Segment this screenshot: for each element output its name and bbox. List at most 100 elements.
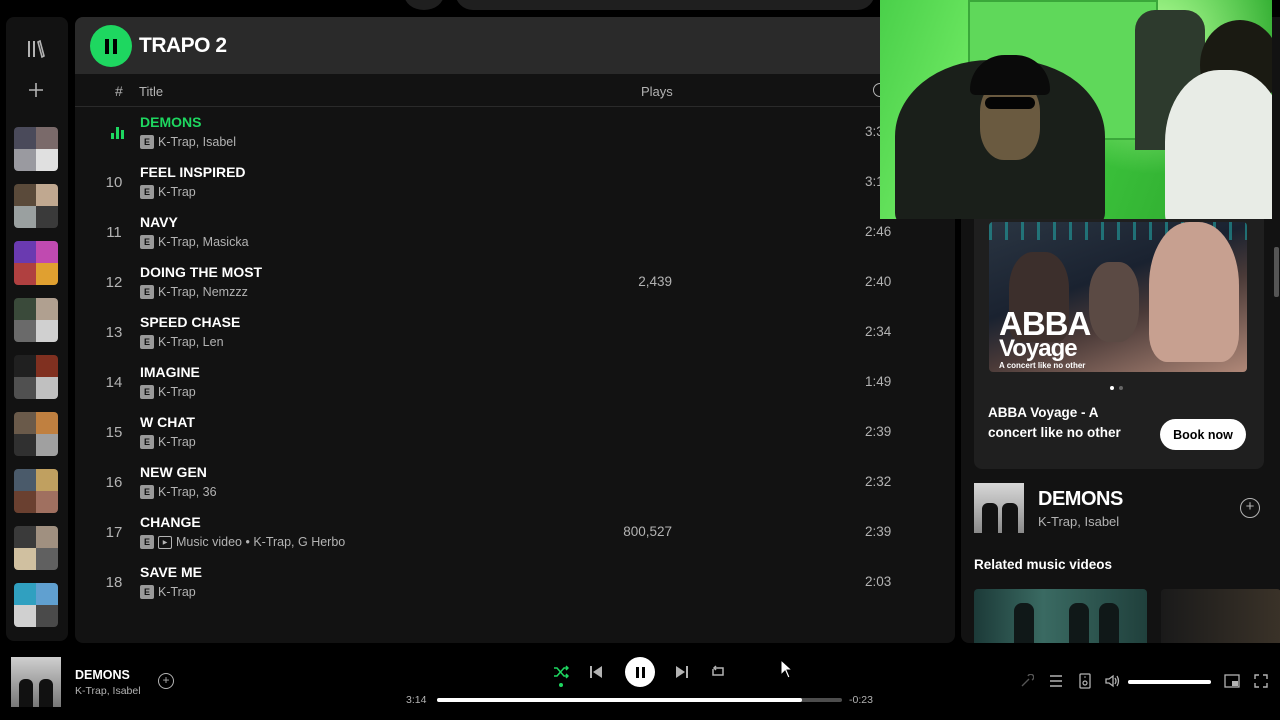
add-circle-icon[interactable]: + [1240,498,1260,518]
track-duration: 2:39 [865,424,892,439]
next-icon[interactable] [672,662,692,682]
track-number: 17 [105,524,123,541]
track-row[interactable]: 17 CHANGE E ▶ Music video • K-Trap, G Herbo 8… [75,509,955,559]
track-meta: E ▶ Music video • K-Trap, G Herbo [140,535,345,549]
track-title[interactable]: W CHAT [140,414,195,430]
playlist-panel: TRAPO 2 # Title Plays DEMONS E K-Trap, Isa… [75,17,955,643]
track-row[interactable]: 18 SAVE ME E K-Trap 2:03 [75,559,955,609]
explicit-icon: E [140,485,154,499]
lyrics-icon[interactable] [1018,672,1036,690]
track-row[interactable]: 13 SPEED CHASE E K-Trap, Len 2:34 [75,309,955,359]
track-title[interactable]: DEMONS [140,114,201,130]
webcam-overlay [880,0,1272,219]
track-number: 11 [106,224,122,241]
repeat-icon[interactable] [708,662,728,682]
library-sidebar [6,17,68,641]
track-meta: E K-Trap, Isabel [140,135,236,149]
add-circle-icon[interactable]: + [158,673,174,689]
track-title[interactable]: SPEED CHASE [140,314,240,330]
playlist-pause-button[interactable] [90,25,132,67]
track-row[interactable]: 15 W CHAT E K-Trap 2:39 [75,409,955,459]
carousel-dots[interactable] [1110,386,1123,390]
track-row[interactable]: 11 NAVY E K-Trap, Masicka 2:46 [75,209,955,259]
related-video-thumbnail[interactable] [1161,589,1280,643]
track-number: 15 [105,424,123,441]
library-playlist-list [14,127,60,640]
pause-button[interactable] [625,657,655,687]
progress-bar[interactable] [437,698,842,702]
explicit-icon: E [140,585,154,599]
ad-title[interactable]: ABBA Voyage - A concert like no other [988,403,1148,443]
panel-scrollbar[interactable] [1274,247,1279,297]
player-track-artists[interactable]: K-Trap, Isabel [75,685,141,697]
track-title[interactable]: CHANGE [140,514,201,530]
library-playlist-thumbnail[interactable] [14,583,58,627]
track-row[interactable]: 10 FEEL INSPIRED E K-Trap 3:1 [75,159,955,209]
player-artwork[interactable] [11,657,61,707]
library-icon[interactable] [23,36,49,62]
track-meta: E K-Trap, 36 [140,485,217,499]
device-icon[interactable] [1076,672,1094,690]
track-artists[interactable]: K-Trap, Masicka [158,235,249,249]
library-playlist-thumbnail[interactable] [14,184,58,228]
track-plays: 2,439 [638,274,672,289]
ad-image[interactable]: ABBA Voyage A concert like no other [989,222,1247,372]
library-playlist-thumbnail[interactable] [14,469,58,513]
now-playing-artists[interactable]: K-Trap, Isabel [1038,514,1119,529]
track-artists[interactable]: K-Trap [158,585,196,599]
column-title[interactable]: Title [139,84,163,99]
time-remaining: -0:23 [849,694,873,706]
track-artists[interactable]: K-Trap [158,435,196,449]
track-artists[interactable]: K-Trap [158,185,196,199]
track-row[interactable]: DEMONS E K-Trap, Isabel 3:3 [75,109,955,159]
track-artists[interactable]: K-Trap, 36 [158,485,217,499]
library-playlist-thumbnail[interactable] [14,127,58,171]
now-playing-title[interactable]: DEMONS [1038,488,1123,511]
track-title[interactable]: FEEL INSPIRED [140,164,246,180]
track-artists[interactable]: K-Trap, Isabel [158,135,236,149]
library-playlist-thumbnail[interactable] [14,298,58,342]
library-playlist-thumbnail[interactable] [14,526,58,570]
volume-slider[interactable] [1128,680,1211,684]
shuffle-icon[interactable] [551,662,571,682]
track-meta: E K-Trap [140,385,196,399]
player-track-title[interactable]: DEMONS [75,668,130,682]
book-now-button[interactable]: Book now [1160,419,1246,450]
track-row[interactable]: 12 DOING THE MOST E K-Trap, Nemzzz 2,439 2:40 [75,259,955,309]
explicit-icon: E [140,135,154,149]
volume-icon[interactable] [1104,672,1122,690]
track-row[interactable]: 16 NEW GEN E K-Trap, 36 2:32 [75,459,955,509]
library-playlist-thumbnail[interactable] [14,412,58,456]
track-artists[interactable]: Music video • K-Trap, G Herbo [176,535,345,549]
track-title[interactable]: NAVY [140,214,178,230]
previous-icon[interactable] [586,662,606,682]
fullscreen-icon[interactable] [1252,672,1270,690]
track-artists[interactable]: K-Trap, Len [158,335,224,349]
ad-card[interactable]: ABBA Voyage A concert like no other ABBA … [974,207,1264,469]
library-playlist-thumbnail[interactable] [14,355,58,399]
explicit-icon: E [140,385,154,399]
track-title[interactable]: IMAGINE [140,364,200,380]
track-title[interactable]: SAVE ME [140,564,202,580]
mouse-cursor [780,659,794,679]
queue-icon[interactable] [1047,672,1065,690]
shuffle-active-dot [559,683,563,687]
track-artists[interactable]: K-Trap, Nemzzz [158,285,248,299]
search-bar[interactable] [455,0,875,10]
track-artists[interactable]: K-Trap [158,385,196,399]
column-plays[interactable]: Plays [641,84,673,99]
track-title[interactable]: DOING THE MOST [140,264,262,280]
explicit-icon: E [140,335,154,349]
explicit-icon: E [140,185,154,199]
track-number: 14 [105,374,123,391]
explicit-icon: E [140,235,154,249]
library-playlist-thumbnail[interactable] [14,241,58,285]
related-video-thumbnail[interactable] [974,589,1147,643]
miniplayer-icon[interactable] [1223,672,1241,690]
track-list-header: # Title Plays [75,77,955,107]
home-button[interactable] [404,0,444,10]
track-row[interactable]: 14 IMAGINE E K-Trap 1:49 [75,359,955,409]
ad-logo-subtitle: A concert like no other [999,361,1086,370]
track-title[interactable]: NEW GEN [140,464,207,480]
plus-icon[interactable] [23,77,49,103]
